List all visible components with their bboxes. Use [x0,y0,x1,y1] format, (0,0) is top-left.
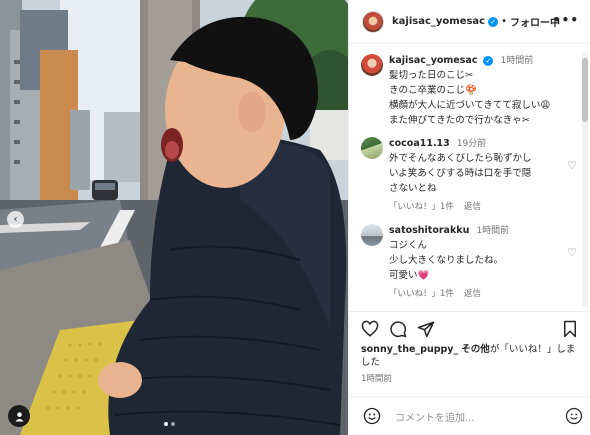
caption-line: 横顔が大人に近づいてきてて寂しい😩 [389,100,551,111]
carousel-dots [164,422,175,426]
share-icon[interactable] [417,320,435,338]
likes-suffix: が「いいね！」しま [489,344,576,355]
comment-time: 19分前 [456,139,487,149]
liked-by-others[interactable]: その他 [461,344,490,355]
comment-heart-icon[interactable]: ♡ [567,159,577,172]
emoji-icon[interactable] [363,407,381,425]
more-options-button[interactable]: ••• [553,13,579,27]
caption-line: また伸びてきたので行かなきゃ✂︎ [389,115,530,126]
smile-icon[interactable] [565,407,583,425]
comment-line: いよ笑あくびする時は口を手で隠 [389,168,532,179]
comment-item: satoshitorakku 1時間前 コジくん 少し大きくなりましたね。 可愛… [361,224,581,299]
caption-line: 髪切った日のこじ✂︎ [389,70,473,81]
comment-username[interactable]: satoshitorakku [389,225,469,236]
comment-time: 1時間前 [476,226,510,236]
comment-likes[interactable]: 「いいね！」1件 [389,200,454,212]
comment-line: 外でそんなあくびしたら恥ずかし [389,153,532,164]
comment-line: 少し大きくなりましたね。 [389,255,504,266]
header-username[interactable]: kajisac_yomesac [392,16,485,27]
comment-line: 可愛い💗 [389,270,430,281]
avatar[interactable] [361,137,383,159]
user-tag-button[interactable] [8,405,30,427]
liked-by-user[interactable]: sonny_the_puppy_ [361,344,458,355]
comment-icon[interactable] [389,320,407,338]
avatar[interactable] [361,54,383,76]
verified-icon: ✓ [483,56,494,66]
header-separator: • [501,16,508,27]
bookmark-icon[interactable] [561,320,579,338]
comments-scroll-thumb[interactable] [582,58,588,122]
post-photo[interactable]: ‹ [0,0,348,435]
carousel-dot [171,422,175,426]
caption-line: きのこ卒業のこじ🍄 [389,85,477,96]
comment-heart-icon[interactable]: ♡ [567,246,577,259]
avatar[interactable] [361,224,383,246]
caption-username[interactable]: kajisac_yomesac [389,55,477,66]
comment-item: cocoa11.13 19分前 外でそんなあくびしたら恥ずかし いよ笑あくびする… [361,137,581,212]
reply-button[interactable]: 返信 [464,200,481,212]
comment-likes[interactable]: 「いいね！」1件 [389,287,454,299]
comment-input[interactable]: コメントを追加... [395,409,475,424]
post-header: kajisac_yomesac ✓ • フォロー中 ••• [349,0,590,44]
verified-icon: ✓ [488,16,499,27]
posted-time[interactable]: 1時間前 [361,372,392,384]
caption-time: 1時間前 [500,56,534,66]
action-bar [349,311,590,341]
avatar[interactable] [362,10,384,33]
post-side-panel: kajisac_yomesac ✓ • フォロー中 ••• kajisac_yo… [348,0,590,435]
comment-line: コジくん [389,240,428,251]
reply-button[interactable]: 返信 [464,287,481,299]
comment-username[interactable]: cocoa11.13 [389,138,450,149]
caption: kajisac_yomesac ✓ 1時間前 髪切った日のこじ✂︎ きのこ卒業の… [361,54,581,128]
carousel-prev-button[interactable]: ‹ [7,211,24,228]
likes-summary: sonny_the_puppy_ その他が「いいね！」しま した [361,343,589,369]
likes-suffix-2: した [361,357,381,368]
heart-icon[interactable] [361,320,379,338]
comment-line: さないとね [389,183,437,194]
add-comment-bar: コメントを追加... [349,396,590,435]
photo-scene [0,0,348,435]
user-tag-icon [14,411,24,422]
carousel-dot [164,422,168,426]
